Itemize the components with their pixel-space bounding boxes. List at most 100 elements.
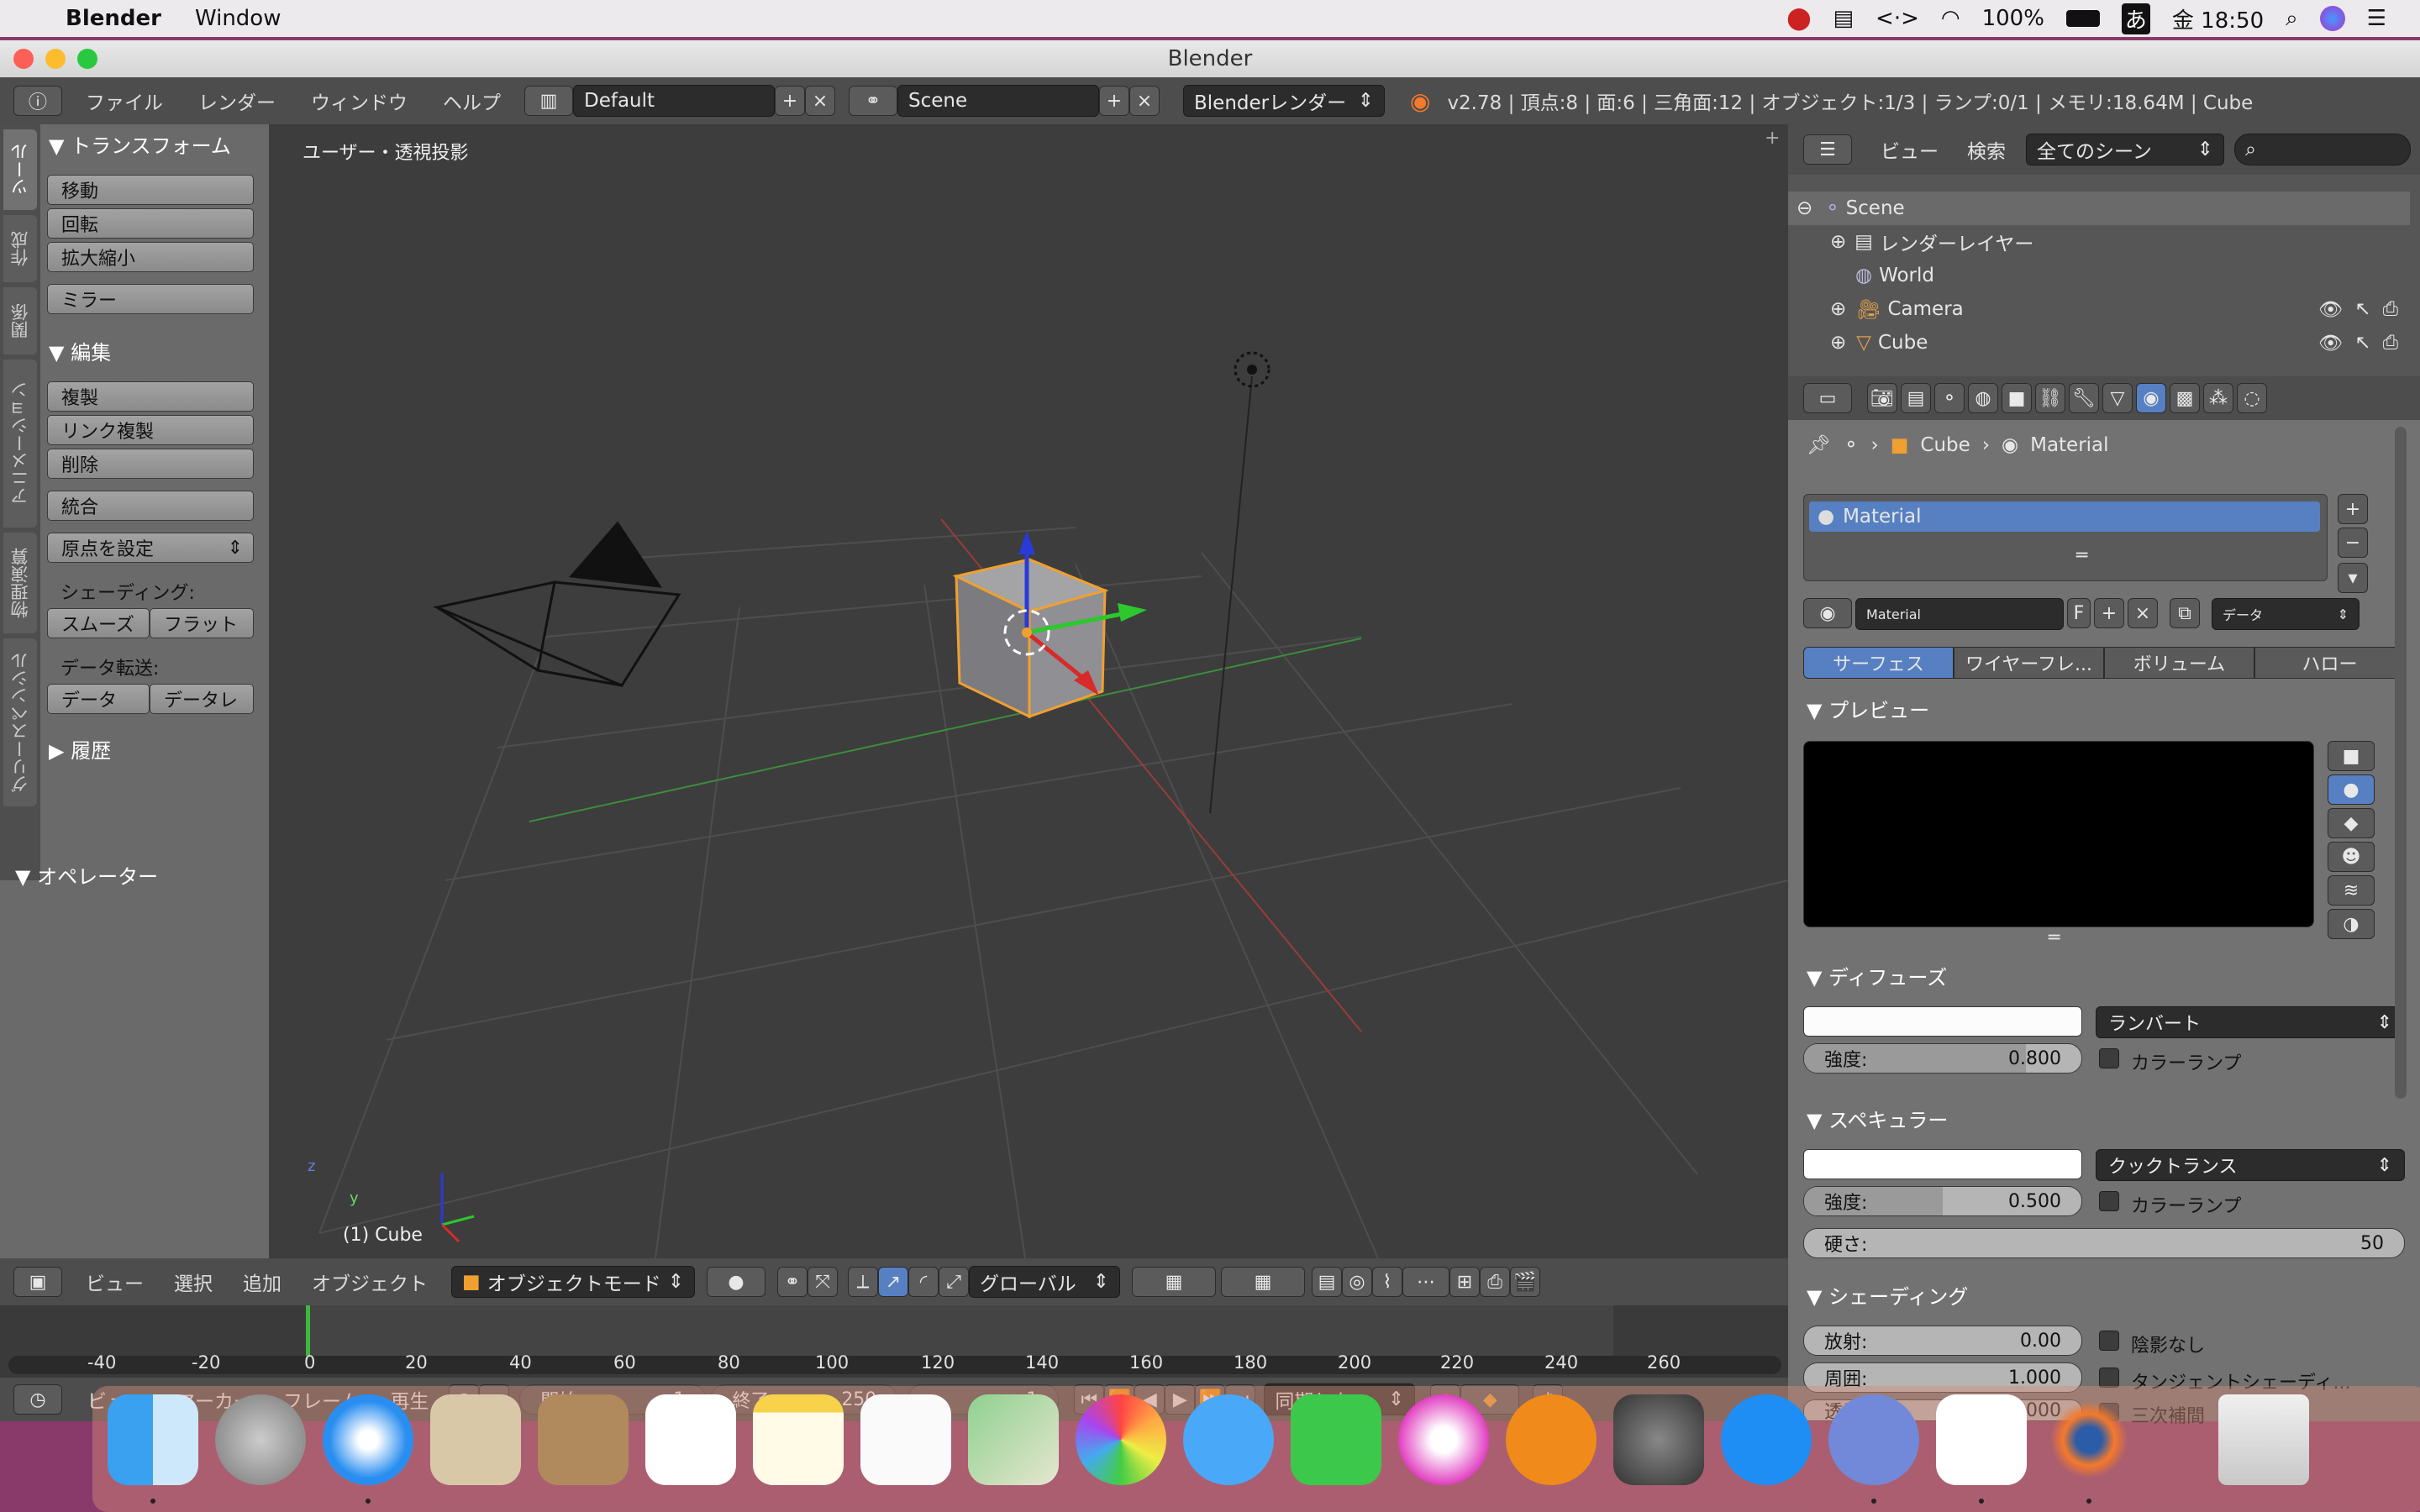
outliner-filter-select[interactable]: 全てのシーン ⇕ [2026,134,2224,165]
outliner-editor-type-icon[interactable]: ☰ [1803,134,1852,165]
spotlight-icon[interactable]: ⌕ [2286,6,2298,32]
breadcrumb-object[interactable]: Cube [1920,434,1970,456]
add-menu[interactable]: 追加 [243,1268,281,1296]
messages-icon[interactable] [1183,1394,1274,1485]
material-browse-icon[interactable]: ◉ [1803,598,1852,628]
object-tab-icon[interactable]: ■ [2002,383,2032,413]
view-menu[interactable]: ビュー [86,1268,144,1296]
join-button[interactable]: 統合 [47,491,254,521]
material-slot-list[interactable]: ● Material ═ [1803,494,2328,581]
menu-file[interactable]: ファイル [86,87,163,115]
set-origin-select[interactable]: 原点を設定 ⇕ [47,533,254,563]
add-slot-icon[interactable]: + [2338,494,2368,524]
history-panel-header[interactable]: ▶ 履歴 [49,734,111,764]
preview-panel-header[interactable]: ▼ プレビュー [1807,694,1929,723]
modifiers-tab-icon[interactable]: 🔧︎ [2069,383,2099,413]
diffuse-panel-header[interactable]: ▼ ディフューズ [1807,961,1947,990]
pivot-point-icon[interactable]: ⚭ [777,1267,808,1297]
viewport-shading-icon[interactable]: ● [707,1267,765,1297]
edit-panel-header[interactable]: ▼ 編集 [49,336,111,365]
outliner-row-render-layers[interactable]: ⊕ ▤ レンダーレイヤー [1788,225,2410,259]
tab-relations[interactable]: 関係 [3,287,37,354]
mirror-button[interactable]: ミラー [47,284,254,314]
battery-icon[interactable] [2065,10,2100,27]
tab-halo[interactable]: ハロー [2254,647,2405,679]
scale-button[interactable]: 拡大縮小 [47,242,254,272]
render-tab-icon[interactable]: 📷︎ [1867,383,1897,413]
expand-icon[interactable]: ⊕ [1830,298,1846,320]
slot-specials-icon[interactable]: ▾ [2338,563,2368,593]
shading-panel-header[interactable]: ▼ シェーディング [1807,1280,1968,1310]
rotate-manipulator-icon[interactable]: ↗ [878,1267,908,1297]
duplicate-linked-button[interactable]: リンク複製 [47,415,254,445]
tab-surface[interactable]: サーフェス [1803,647,1954,679]
menu-render[interactable]: レンダー [198,87,276,115]
scale-manipulator-icon[interactable]: ◜ [908,1267,939,1297]
list-resize-icon[interactable]: ═ [2076,545,2087,566]
timeline-editor-type-icon[interactable]: ◷ [13,1384,62,1415]
material-slot-row[interactable]: ● Material [1809,501,2320,532]
wifi-icon[interactable]: ◠ [1941,6,1960,31]
snap-icon[interactable]: ⌇ [1372,1267,1402,1297]
diffuse-color-swatch[interactable] [1803,1006,2082,1037]
safari-icon[interactable] [323,1394,413,1485]
hardness-field[interactable]: 硬さ: 50 [1803,1228,2405,1258]
3d-editor-type-icon[interactable]: ▣ [13,1267,62,1297]
timeline-area[interactable]: -40 -20 0 20 40 60 80 100 120 140 160 18… [0,1305,1788,1378]
clip-studio-icon[interactable] [1936,1394,2027,1485]
discord-icon[interactable] [1828,1394,1919,1485]
ibooks-icon[interactable] [1506,1394,1597,1485]
preview-monkey-icon[interactable]: ☻ [2328,842,2375,872]
expand-icon[interactable]: ⊕ [1830,231,1846,253]
preview-hair-icon[interactable]: ≋ [2328,875,2375,906]
transform-orientation-icon[interactable]: ⤢ [939,1267,969,1297]
preview-cube-icon[interactable]: ◆ [2328,808,2375,838]
tab-volume[interactable]: ボリューム [2104,647,2254,679]
diffuse-ramp-checkbox[interactable] [2099,1048,2119,1068]
outliner-row-camera[interactable]: ⊕ 🎥︎ Camera 👁︎ ↖ ⎙ [1788,292,2410,326]
input-method-icon[interactable]: あ [2121,3,2150,34]
menu-help[interactable]: ヘルプ [443,87,501,115]
diffuse-shader-select[interactable]: ランバート ⇕ [2096,1006,2405,1038]
calendar-icon[interactable] [645,1394,736,1485]
layers-grid-2-icon[interactable]: ▦ [1221,1267,1305,1297]
manipulator-icon[interactable]: ⤧ [808,1267,838,1297]
material-tab-icon[interactable]: ◉ [2136,383,2166,413]
mail-icon[interactable] [430,1394,521,1485]
translate-manipulator-icon[interactable]: ⟂ [848,1267,878,1297]
add-scene-icon[interactable]: + [1099,86,1129,116]
transform-panel-header[interactable]: ▼ トランスフォーム [49,129,231,159]
particles-tab-icon[interactable]: ⁂ [2203,383,2233,413]
current-frame-line[interactable] [306,1305,310,1356]
selectable-cursor-icon[interactable]: ↖ [2354,332,2370,354]
snap-element-icon[interactable]: ⋯ [1402,1267,1449,1297]
material-link-icon[interactable]: ⧉ [2170,598,2200,628]
specular-color-swatch[interactable] [1803,1149,2082,1179]
scene-icon[interactable]: ⚭ [849,86,897,116]
snap-target-icon[interactable]: ⊞ [1449,1267,1480,1297]
render-image-icon[interactable]: ⎙ [1480,1267,1510,1297]
fake-user-button[interactable]: F [2067,598,2091,628]
finder-icon[interactable] [108,1394,198,1485]
data-transfer-button[interactable]: データ [47,684,150,714]
emit-field[interactable]: 放射: 0.00 [1803,1326,2082,1356]
remove-layout-icon[interactable]: × [805,86,835,116]
expand-icon[interactable]: ⊕ [1830,332,1846,354]
siri-icon[interactable] [2319,6,2345,31]
menubar-clock[interactable]: 金 18:50 [2172,3,2264,34]
menu-window[interactable]: ウィンドウ [311,87,408,115]
translate-button[interactable]: 移動 [47,175,254,205]
duplicate-button[interactable]: 複製 [47,381,254,412]
new-material-icon[interactable]: + [2094,598,2124,628]
screen-layout-icon[interactable]: ▥ [524,86,573,116]
notification-center-icon[interactable]: ☰ [2367,6,2386,31]
scene-field[interactable]: Scene [897,85,1099,117]
system-preferences-icon[interactable] [1613,1394,1704,1485]
app-menu[interactable]: Blender [66,6,161,31]
zoom-window-button[interactable] [77,49,97,69]
shade-flat-button[interactable]: フラット [150,608,254,638]
render-layers-tab-icon[interactable]: ▤ [1901,383,1931,413]
reminders-icon[interactable] [860,1394,951,1485]
screen-layout-field[interactable]: Default [573,85,775,117]
interaction-mode-select[interactable]: ■ オブジェクトモード ⇕ [451,1266,695,1298]
